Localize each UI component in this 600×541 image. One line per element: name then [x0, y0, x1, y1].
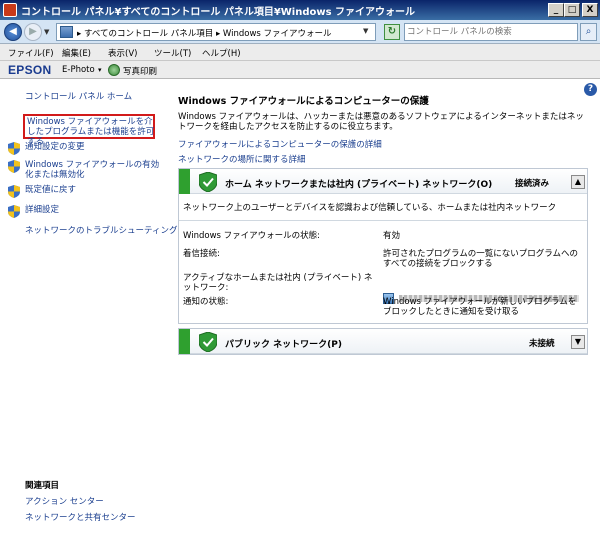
help-icon[interactable]: ?	[584, 83, 597, 96]
incoming-value: 許可されたプログラムの一覧にないプログラムへのすべての接続をブロックする	[383, 249, 578, 269]
search-icon[interactable]: ⌕	[580, 23, 597, 41]
refresh-button[interactable]: ↻	[384, 24, 400, 40]
sidebar-item-label: Windows ファイアウォールの有効化または無効化	[25, 160, 160, 180]
address-dropdown[interactable]: ▼	[363, 27, 368, 35]
divider	[179, 220, 587, 221]
page-description: Windows ファイアウォールは、ハッカーまたは悪意のあるソフトウェアによるイ…	[178, 112, 584, 132]
home-network-status: 接続済み	[515, 179, 550, 189]
epson-logo: EPSON	[8, 63, 52, 77]
forward-button[interactable]: ▶	[24, 23, 42, 41]
public-network-header[interactable]: パブリック ネットワーク(P) 未接続 ▼	[179, 329, 587, 354]
epson-toolbar: EPSON E-Photo ▾ 写真印刷	[0, 61, 600, 79]
network-locations-link[interactable]: ネットワークの場所に関する詳細	[178, 153, 306, 165]
title-bar: コントロール パネル¥すべてのコントロール パネル項目¥Windows ファイア…	[0, 0, 600, 20]
action-center-link[interactable]: アクション センター	[25, 495, 104, 507]
status-bar	[179, 169, 190, 194]
status-bar	[179, 329, 190, 354]
uac-shield-icon	[8, 142, 20, 155]
uac-shield-icon	[8, 185, 20, 198]
control-panel-home-link[interactable]: コントロール パネル ホーム	[25, 90, 132, 102]
breadcrumb[interactable]: ▸ すべてのコントロール パネル項目 ▸ Windows ファイアウォール	[77, 27, 332, 39]
firewall-state-value: 有効	[383, 231, 401, 241]
public-network-panel: パブリック ネットワーク(P) 未接続 ▼	[178, 328, 588, 355]
uac-shield-icon	[8, 205, 20, 218]
recent-pages-dropdown[interactable]: ▼	[44, 28, 49, 36]
expand-button[interactable]: ▼	[571, 335, 585, 349]
sidebar-item-label: 既定値に戻す	[25, 185, 77, 195]
incoming-label: 着信接続:	[183, 249, 220, 259]
sidebar-item-label: 詳細設定	[25, 205, 60, 215]
menu-help[interactable]: ヘルプ(H)	[202, 47, 241, 59]
maximize-button[interactable]: □	[564, 3, 580, 17]
notification-value: Windows ファイアウォールが新しいプログラムをブロックしたときに通知を受け…	[383, 297, 577, 317]
sidebar-item-label: 通知設定の変更	[25, 142, 85, 152]
control-panel-icon	[60, 26, 73, 38]
home-network-description: ネットワーク上のユーザーとデバイスを認識および信頼している、ホームまたは社内ネッ…	[183, 203, 557, 213]
search-box[interactable]	[404, 23, 578, 41]
firewall-app-icon	[3, 3, 17, 17]
public-network-status: 未接続	[529, 339, 555, 349]
firewall-state-label: Windows ファイアウォールの状態:	[183, 231, 321, 241]
minimize-button[interactable]: _	[548, 3, 564, 17]
page-title: Windows ファイアウォールによるコンピューターの保護	[178, 96, 429, 107]
menu-bar: ファイル(F) 編集(E) 表示(V) ツール(T) ヘルプ(H)	[0, 44, 600, 61]
home-network-name: ホーム ネットワークまたは社内 (プライベート) ネットワーク(O)	[225, 180, 493, 190]
photo-print-button[interactable]: 写真印刷	[123, 65, 157, 77]
ephoto-dropdown[interactable]: ▾	[98, 66, 102, 74]
window-title: コントロール パネル¥すべてのコントロール パネル項目¥Windows ファイア…	[21, 7, 416, 18]
close-button[interactable]: X	[582, 3, 598, 17]
firewall-shield-icon	[199, 332, 217, 352]
public-network-name: パブリック ネットワーク(P)	[225, 340, 342, 350]
address-box[interactable]: ▸ すべてのコントロール パネル項目 ▸ Windows ファイアウォール ▼	[56, 23, 376, 41]
home-network-header[interactable]: ホーム ネットワークまたは社内 (プライベート) ネットワーク(O) 接続済み …	[179, 169, 587, 194]
search-input[interactable]	[407, 25, 573, 39]
firewall-details-link[interactable]: ファイアウォールによるコンピューターの保護の詳細	[178, 138, 382, 150]
firewall-shield-icon	[199, 172, 217, 192]
active-network-label: アクティブなホームまたは社内 (プライベート) ネットワーク:	[183, 273, 373, 293]
notification-label: 通知の状態:	[183, 297, 229, 307]
menu-tools[interactable]: ツール(T)	[154, 47, 191, 59]
collapse-button[interactable]: ▲	[571, 175, 585, 189]
ephoto-menu[interactable]: E-Photo	[62, 65, 95, 75]
menu-edit[interactable]: 編集(E)	[62, 47, 91, 59]
network-sharing-center-link[interactable]: ネットワークと共有センター	[25, 511, 136, 523]
home-network-panel: ホーム ネットワークまたは社内 (プライベート) ネットワーク(O) 接続済み …	[178, 168, 588, 324]
back-button[interactable]: ◀	[4, 23, 22, 41]
content-area: ? コントロール パネル ホーム Windows ファイアウォールを介したプログ…	[0, 80, 600, 541]
troubleshoot-link[interactable]: ネットワークのトラブルシューティング	[25, 224, 178, 236]
related-heading: 関連項目	[25, 481, 60, 491]
address-bar: ◀ ▶ ▼ ▸ すべてのコントロール パネル項目 ▸ Windows ファイアウ…	[0, 20, 600, 44]
allow-program-highlight: Windows ファイアウォールを介したプログラムまたは機能を許可する	[23, 114, 155, 147]
menu-file[interactable]: ファイル(F)	[8, 47, 54, 59]
uac-shield-icon	[8, 160, 20, 173]
photo-print-icon[interactable]	[108, 64, 120, 76]
menu-view[interactable]: 表示(V)	[108, 47, 137, 59]
